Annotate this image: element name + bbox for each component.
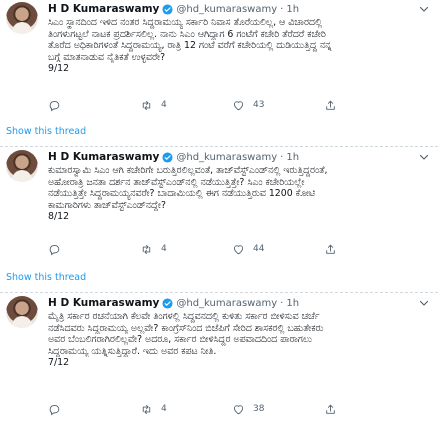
tweet-text-line: ಸಿಎಂ ಸ್ಥಾನದಿಂದ ಇಳಿದ ನಂತರ ಸಿದ್ದರಾಮಯ್ಯ ಸರ್…: [48, 17, 323, 28]
divider: [0, 146, 438, 147]
author-handle[interactable]: @hd_kumaraswamy: [176, 4, 277, 15]
retweet-icon: [142, 244, 151, 254]
tweet-text-line: ತಿಂಗಳುಗಟ್ಟಲೆ ನಾಟಕ ಪ್ರದರ್ಶಿಸಲಿಲ್ಲ. ನಾನು ಸ…: [48, 28, 326, 40]
verified-badge-icon: [162, 3, 173, 15]
reply-icon: [49, 244, 60, 255]
tweet-text-line: ಮೈತ್ರಿ ಸರ್ಕಾರ ರಚನೆಯಾಗಿ ಕೆಲವೇ ತಿಂಗಳಲ್ಲಿ ಸ…: [48, 311, 320, 322]
tweet-text-line: ಸಿದ್ದರಾಮಯ್ಯ ಯತ್ನಿಸುತ್ತಿದ್ದಾರೆ. ಇದು ಅವರ ಕ…: [48, 345, 217, 357]
retweet-button[interactable]: 4: [140, 243, 232, 256]
author-handle[interactable]: @hd_kumaraswamy: [176, 298, 277, 309]
tweet-text-line: ತೊರೆದ ಅಧಿಕಾರಿಗಳಂತೆ ಸಿದ್ದರಾಮಯ್ಯ, ರಾತ್ರಿ 1…: [48, 40, 332, 51]
divider: [0, 292, 438, 293]
retweet-count: 4: [161, 244, 167, 254]
tweet-text-line: ನಡೆಯುತ್ತಿತ್ತೇ ಸಿದ್ದರಾಮಯ್ಯನವರೇ? ಬಾದಾಮಿಯಲ್…: [48, 188, 316, 199]
avatar[interactable]: [6, 296, 38, 328]
retweet-count: 4: [161, 404, 167, 414]
thread-counter: 9/12: [48, 63, 70, 74]
tweet-text-line: ಅಹೋರಾತ್ರಿ ಜನತಾ ದರ್ಶನ ತಾಜ್‌ವೆಸ್ಟ್‌ಎಂಡ್‌ನಲ…: [48, 176, 305, 188]
chevron-down-icon[interactable]: [418, 151, 430, 163]
like-count: 38: [253, 404, 265, 414]
separator-dot: ·: [280, 297, 284, 309]
tweet-actions: 4 44: [48, 242, 418, 256]
author-name[interactable]: H D Kumaraswamy: [48, 297, 159, 309]
tweet-text: ಸಿಎಂ ಸ್ಥಾನದಿಂದ ಇಳಿದ ನಂತರ ಸಿದ್ದರಾಮಯ್ಯ ಸರ್…: [48, 17, 430, 75]
thread-counter: 8/12: [48, 211, 70, 222]
share-button[interactable]: [324, 243, 416, 256]
timestamp[interactable]: 1h: [286, 4, 299, 15]
tweet[interactable]: H D Kumaraswamy @hd_kumaraswamy · 1h ಸಿಎ…: [0, 2, 438, 120]
reply-button[interactable]: [48, 243, 140, 256]
tweet-text-line: ಬಗ್ಗೆ ಮಾತನಾಡುವ ನೈತಿಕತೆ ಉಳ್ಳವರೇ?: [48, 51, 166, 63]
like-button[interactable]: 43: [232, 99, 324, 112]
separator-dot: ·: [280, 3, 284, 15]
tweet-header: H D Kumaraswamy @hd_kumaraswamy · 1h: [48, 2, 299, 16]
tweet[interactable]: H D Kumaraswamy @hd_kumaraswamy · 1h ಮೈತ…: [0, 296, 438, 433]
like-button[interactable]: 44: [232, 243, 324, 256]
tweet-header: H D Kumaraswamy @hd_kumaraswamy · 1h: [48, 296, 299, 310]
heart-icon: [233, 404, 244, 414]
verified-badge-icon: [162, 151, 173, 163]
share-button[interactable]: [324, 403, 416, 416]
author-handle[interactable]: @hd_kumaraswamy: [176, 152, 277, 163]
retweet-button[interactable]: 4: [140, 99, 232, 112]
verified-badge-icon: [162, 297, 173, 309]
share-icon: [326, 404, 335, 414]
share-icon: [326, 100, 335, 110]
retweet-icon: [142, 404, 151, 414]
tweet-actions: 4 38: [48, 402, 418, 416]
tweet-text-line: ಅವರ ಬೆಂಬಲಿಗರಾಗಿರಲಿಲ್ಲವೇ? ಅದರೂ, ಸರ್ಕಾರ ಬೀ…: [48, 334, 312, 345]
tweet-text-line: ನಡೆಸಿದವರು ಸಿದ್ದರಾಮಯ್ಯ ಅಲ್ಲವೇ? ಕಾಂಗ್ರೆಸ್‌…: [48, 322, 324, 334]
reply-button[interactable]: [48, 99, 140, 112]
tweet-text: ಮೈತ್ರಿ ಸರ್ಕಾರ ರಚನೆಯಾಗಿ ಕೆಲವೇ ತಿಂಗಳಲ್ಲಿ ಸ…: [48, 311, 430, 369]
timestamp[interactable]: 1h: [286, 152, 299, 163]
show-thread-link[interactable]: Show this thread: [6, 126, 86, 137]
retweet-icon: [142, 100, 151, 110]
retweet-button[interactable]: 4: [140, 403, 232, 416]
like-button[interactable]: 38: [232, 403, 324, 416]
tweet-text-line: ಕಾಮಗಾರಿಗಳು ತಾಜ್‌ವೆಸ್ಟ್‌ಎಂಡ್‌ನದ್ದೇ?: [48, 199, 166, 211]
chevron-down-icon[interactable]: [418, 297, 430, 309]
thread-counter: 7/12: [48, 357, 70, 368]
like-count: 43: [253, 100, 265, 110]
avatar[interactable]: [6, 2, 38, 34]
reply-icon: [49, 100, 60, 111]
tweet-text-line: ಕುಮಾರಸ್ವಾಮಿ ಸಿಎಂ ಆಗಿ ಕಚೇರಿಗೇ ಬರುತ್ತಿರಲಿಲ…: [48, 165, 328, 176]
heart-icon: [233, 244, 244, 254]
avatar[interactable]: [6, 150, 38, 182]
show-thread-link[interactable]: Show this thread: [6, 272, 86, 283]
timestamp[interactable]: 1h: [286, 298, 299, 309]
share-button[interactable]: [324, 99, 416, 112]
reply-icon: [49, 404, 60, 415]
author-name[interactable]: H D Kumaraswamy: [48, 3, 159, 15]
tweet-header: H D Kumaraswamy @hd_kumaraswamy · 1h: [48, 150, 299, 164]
retweet-count: 4: [161, 100, 167, 110]
share-icon: [326, 244, 335, 254]
tweet-actions: 4 43: [48, 98, 418, 112]
tweet-text: ಕುಮಾರಸ್ವಾಮಿ ಸಿಎಂ ಆಗಿ ಕಚೇರಿಗೇ ಬರುತ್ತಿರಲಿಲ…: [48, 165, 430, 223]
author-name[interactable]: H D Kumaraswamy: [48, 151, 159, 163]
tweet[interactable]: H D Kumaraswamy @hd_kumaraswamy · 1h ಕುಮ…: [0, 150, 438, 260]
like-count: 44: [253, 244, 265, 254]
separator-dot: ·: [280, 151, 284, 163]
chevron-down-icon[interactable]: [418, 3, 430, 15]
heart-icon: [233, 100, 244, 110]
reply-button[interactable]: [48, 403, 140, 416]
